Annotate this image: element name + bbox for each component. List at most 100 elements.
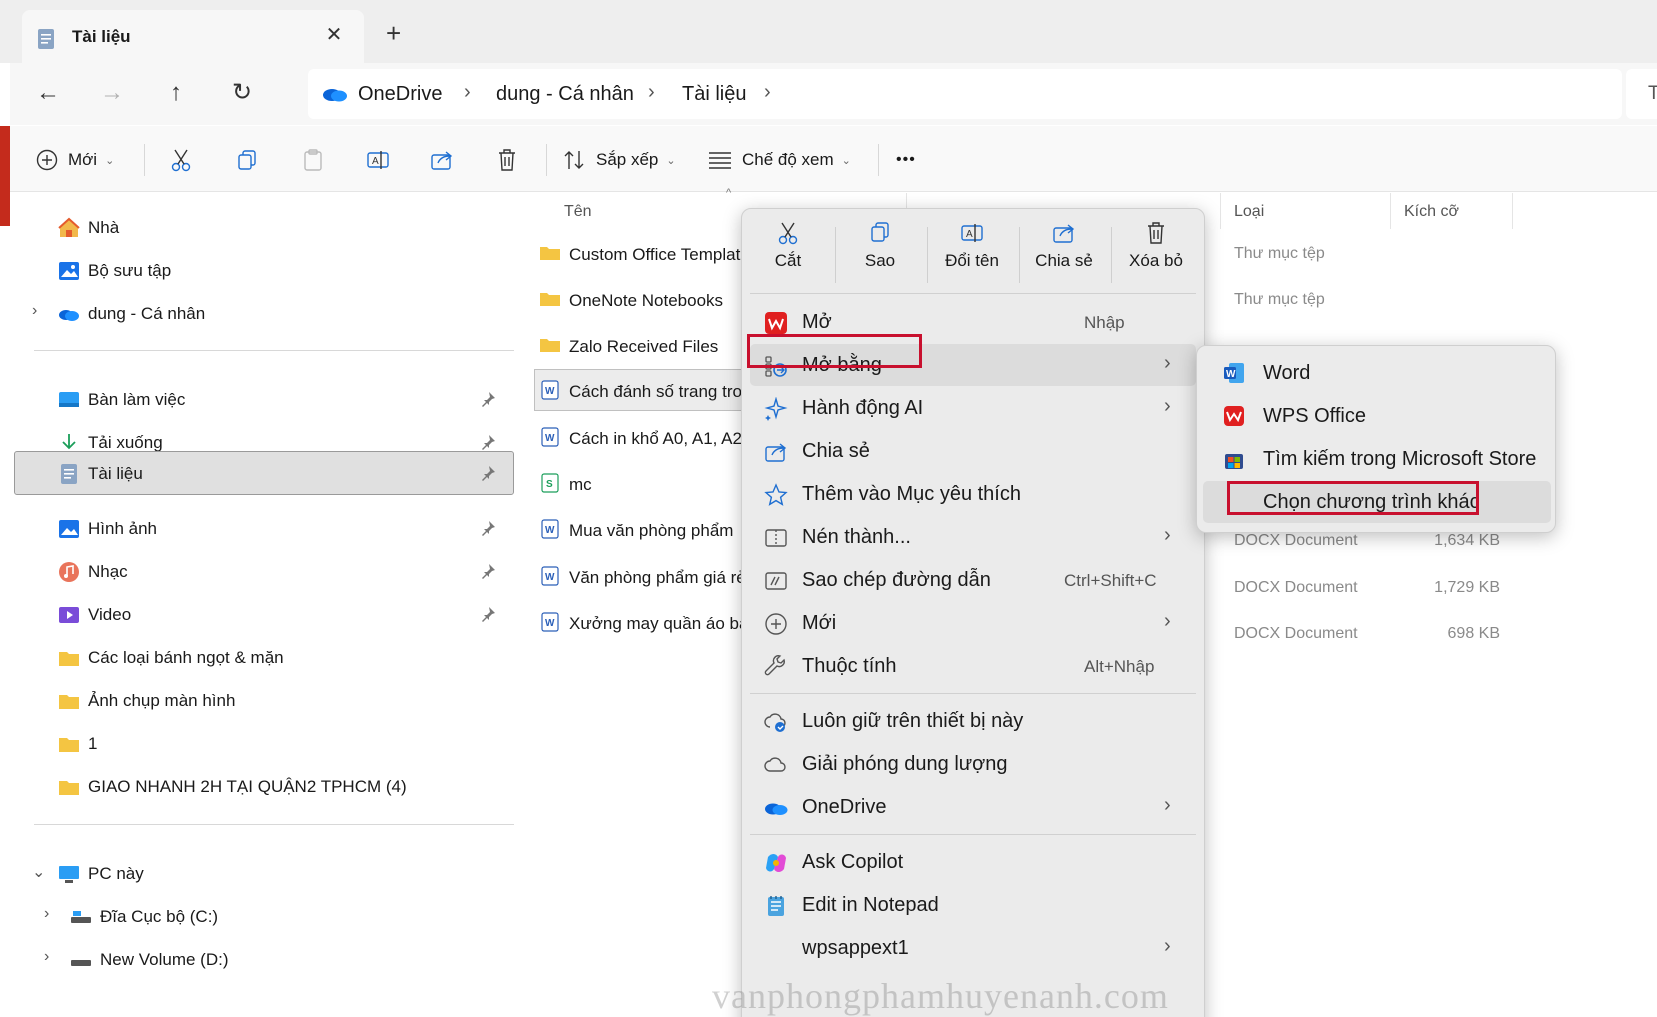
new-button[interactable]: Mới ⌄ (36, 146, 114, 174)
copy-path-icon (765, 572, 787, 590)
pin-icon[interactable] (480, 465, 496, 481)
copilot-icon (766, 854, 786, 872)
folder-icon (540, 339, 560, 352)
sidebar-item-pictures[interactable]: Hình ảnh (14, 508, 514, 550)
submenu-item-word[interactable]: W Word (1203, 352, 1551, 394)
pin-icon[interactable] (480, 606, 496, 622)
menu-shortcut: Ctrl+Shift+C (1064, 571, 1157, 590)
close-tab-icon[interactable]: ✕ (320, 22, 348, 47)
delete-button[interactable] (496, 146, 518, 174)
sidebar-item-folder[interactable]: Các loại bánh ngọt & mặn (14, 637, 514, 679)
menu-item-add-favorite[interactable]: Thêm vào Mục yêu thích (750, 473, 1196, 515)
menu-item-label: Chia sẻ (802, 440, 870, 462)
cut-button[interactable] (170, 146, 192, 174)
paste-button[interactable] (302, 146, 324, 174)
sidebar-item-folder[interactable]: Ảnh chụp màn hình (14, 680, 514, 722)
sort-icon (564, 151, 584, 169)
menu-item-copy-path[interactable]: Sao chép đường dẫn Ctrl+Shift+C (750, 559, 1196, 601)
sidebar-item-drive-c[interactable]: › Đĩa Cục bộ (C:) (14, 896, 514, 938)
command-bar: Mới ⌄ A Sắp xếp ⌄ Chế độ xem ⌄ ••• (10, 126, 1657, 192)
onedrive-icon (323, 89, 347, 102)
sidebar-item-this-pc[interactable]: ⌄ PC này (14, 853, 514, 895)
sidebar-item-documents[interactable]: Tài liệu (14, 451, 514, 495)
sidebar-item-folder[interactable]: GIAO NHANH 2H TẠI QUẬN2 TPHCM (4) (14, 766, 514, 808)
back-icon[interactable]: ← (34, 79, 62, 107)
wrench-icon (764, 655, 785, 676)
sidebar-item-drive-d[interactable]: › New Volume (D:) (14, 939, 514, 981)
sidebar-item-onedrive[interactable]: › dung - Cá nhân (14, 293, 514, 335)
cut-action[interactable]: Cắt (742, 221, 834, 287)
up-icon[interactable]: ↑ (162, 79, 190, 107)
column-header-size[interactable]: Kích cỡ (1404, 203, 1459, 221)
sidebar-item-gallery[interactable]: Bộ sưu tập (14, 250, 514, 292)
more-options-button[interactable]: ••• (896, 146, 916, 174)
menu-item-edit-notepad[interactable]: Edit in Notepad (750, 884, 1196, 926)
svg-text:W: W (545, 525, 555, 536)
menu-item-label: Hành động AI (802, 397, 924, 419)
breadcrumb-separator[interactable]: › (464, 81, 471, 104)
submenu-item-wps[interactable]: WPS Office (1203, 395, 1551, 437)
menu-item-onedrive[interactable]: OneDrive › (750, 786, 1196, 828)
menu-item-ask-copilot[interactable]: Ask Copilot (750, 841, 1196, 883)
breadcrumb-tai-lieu[interactable]: Tài liệu (682, 83, 746, 106)
home-icon (58, 217, 80, 237)
copy-button[interactable] (236, 146, 258, 174)
pin-icon[interactable] (480, 563, 496, 579)
chevron-down-icon[interactable]: ⌄ (32, 862, 45, 882)
breadcrumb-dung[interactable]: dung - Cá nhân (496, 83, 634, 106)
share-icon (765, 443, 787, 462)
chevron-right-icon[interactable]: › (44, 948, 49, 966)
new-tab-button[interactable]: + (386, 20, 401, 46)
cloud-sync-icon (764, 713, 786, 732)
sidebar-item-home[interactable]: Nhà (14, 207, 514, 249)
search-input[interactable]: Ti (1626, 69, 1657, 119)
menu-item-free-space[interactable]: Giải phóng dung lượng (750, 743, 1196, 785)
svg-text:S: S (546, 479, 553, 490)
menu-item-ai-actions[interactable]: Hành động AI › (750, 387, 1196, 429)
breadcrumb-onedrive[interactable]: OneDrive (358, 83, 442, 106)
sidebar-item-label: GIAO NHANH 2H TẠI QUẬN2 TPHCM (4) (88, 777, 407, 796)
pin-icon[interactable] (480, 391, 496, 407)
sidebar-item-music[interactable]: Nhạc (14, 551, 514, 593)
sheet-doc-icon: S (541, 473, 559, 493)
forward-icon[interactable]: → (98, 79, 126, 107)
refresh-icon[interactable]: ↻ (228, 79, 256, 107)
rename-action[interactable]: A Đổi tên (926, 221, 1018, 287)
menu-item-properties[interactable]: Thuộc tính Alt+Nhập (750, 645, 1196, 687)
breadcrumb[interactable]: OneDrive › dung - Cá nhân › Tài liệu › (308, 69, 1622, 119)
breadcrumb-separator[interactable]: › (764, 81, 771, 104)
rename-button[interactable]: A (366, 146, 390, 174)
copy-action[interactable]: Sao (834, 221, 926, 287)
pin-icon[interactable] (480, 520, 496, 536)
more-icon: ••• (896, 151, 916, 168)
menu-item-new[interactable]: Mới › (750, 602, 1196, 644)
sidebar-item-folder[interactable]: 1 (14, 723, 514, 765)
view-button[interactable]: Chế độ xem ⌄ (708, 146, 851, 174)
sidebar-item-label: dung - Cá nhân (88, 304, 206, 323)
scissors-icon (778, 222, 798, 245)
delete-action[interactable]: Xóa bỏ (1110, 221, 1202, 287)
sidebar-item-video[interactable]: Video (14, 594, 514, 636)
menu-item-keep-on-device[interactable]: Luôn giữ trên thiết bị này (750, 700, 1196, 742)
share-action[interactable]: Chia sẻ (1018, 221, 1110, 287)
breadcrumb-separator[interactable]: › (648, 81, 655, 104)
menu-item-share[interactable]: Chia sẻ (750, 430, 1196, 472)
svg-text:A: A (966, 229, 973, 240)
submenu-item-store[interactable]: Tìm kiếm trong Microsoft Store (1203, 438, 1551, 480)
menu-item-compress[interactable]: Nén thành... › (750, 516, 1196, 558)
sidebar-item-desktop[interactable]: Bàn làm việc (14, 379, 514, 421)
menu-item-wpsappext[interactable]: wpsappext1 › (750, 927, 1196, 969)
column-divider (1390, 193, 1391, 229)
column-header-type[interactable]: Loại (1234, 203, 1264, 221)
chevron-right-icon[interactable]: › (44, 905, 49, 923)
folder-icon (59, 652, 79, 666)
wps-icon (765, 312, 787, 334)
chevron-right-icon[interactable]: › (32, 302, 37, 320)
share-button[interactable] (430, 146, 454, 174)
menu-item-label: Thuộc tính (802, 655, 897, 677)
tab-tai-lieu[interactable]: Tài liệu ✕ (22, 10, 364, 63)
sort-button[interactable]: Sắp xếp ⌄ (562, 146, 676, 174)
column-header-name[interactable]: Tên (564, 203, 592, 221)
pin-icon[interactable] (480, 434, 496, 450)
document-icon (61, 464, 77, 484)
